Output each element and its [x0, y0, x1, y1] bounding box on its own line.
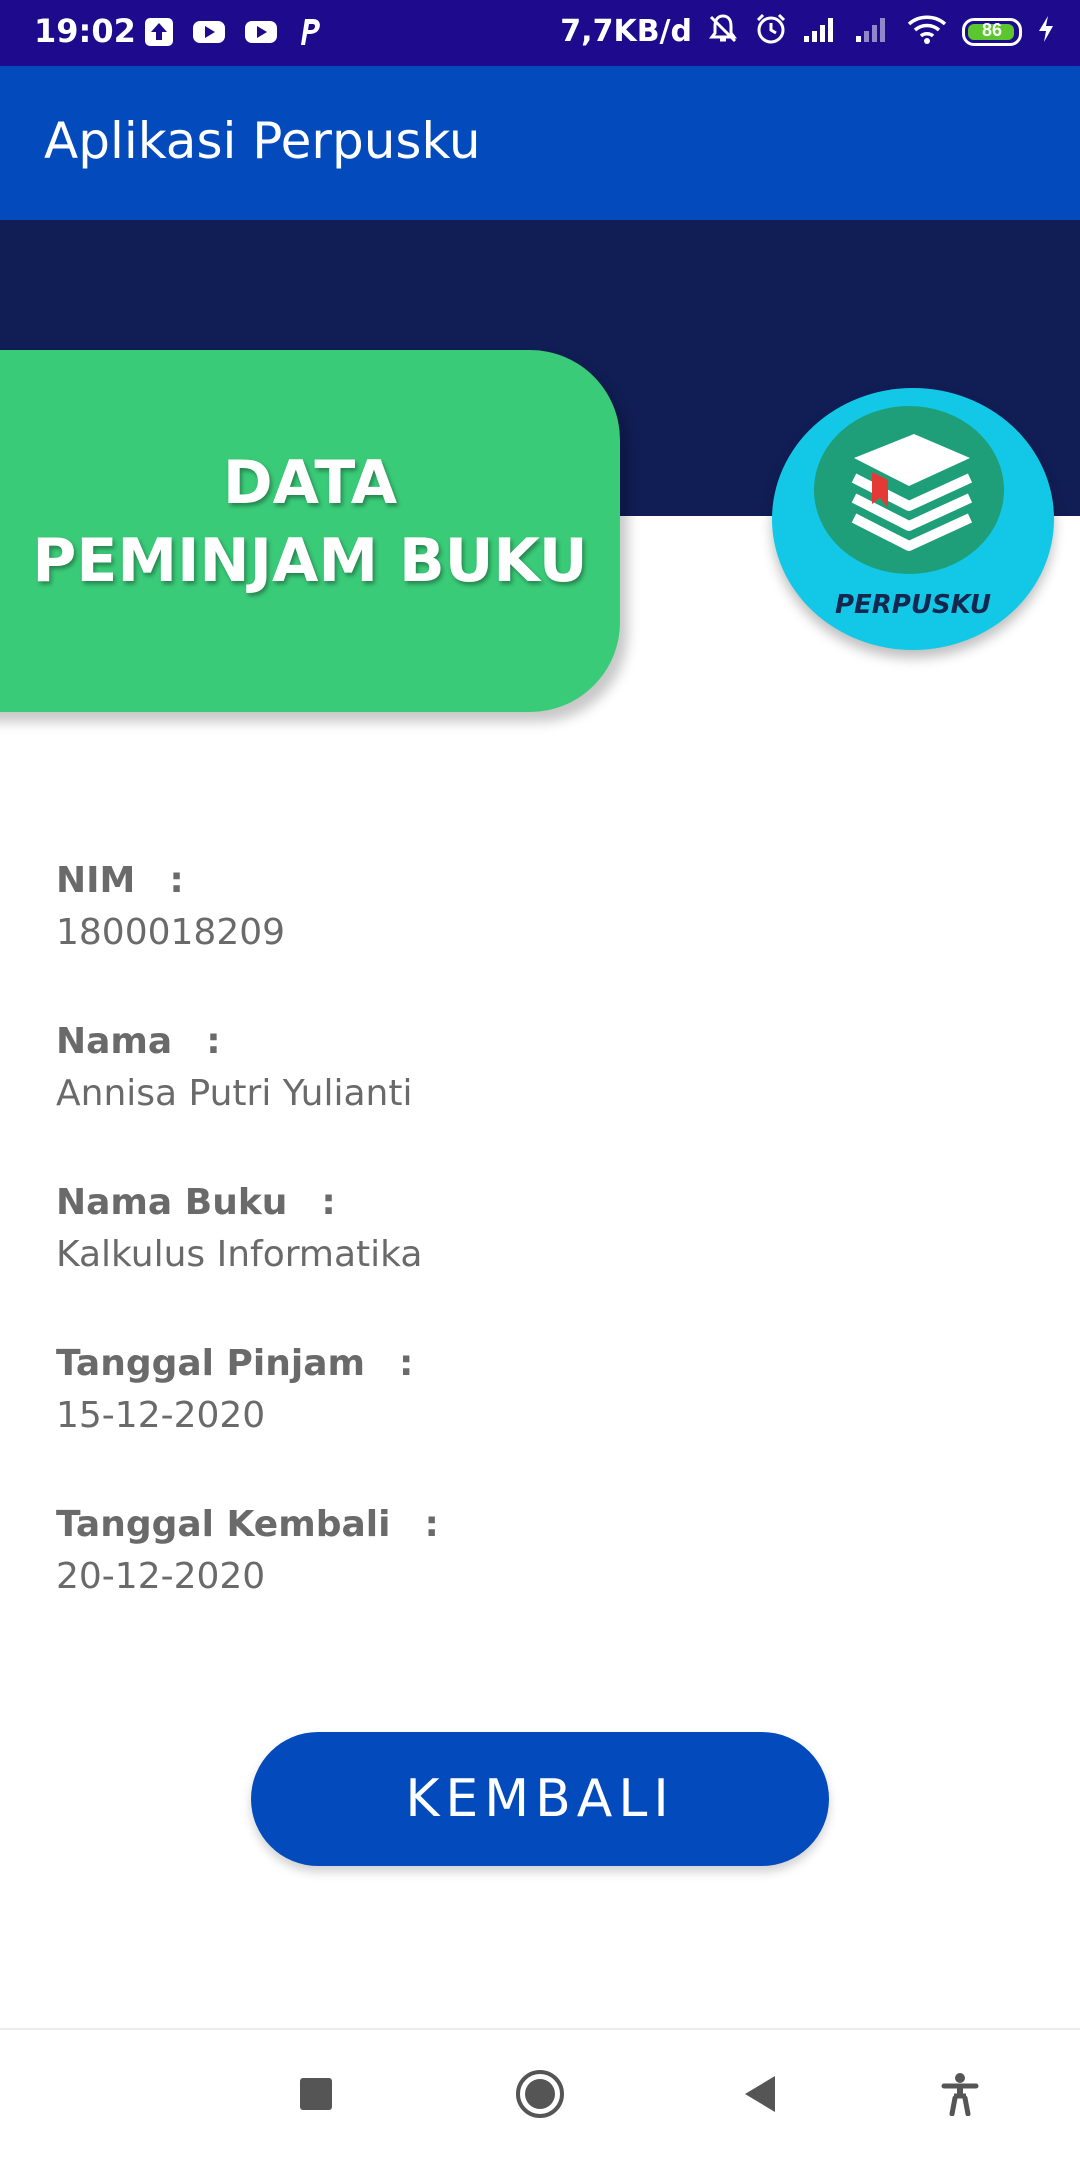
nama-buku-value: Kalkulus Informatika — [56, 1234, 423, 1275]
battery-icon: 86 — [962, 17, 1022, 46]
field-nama: Nama: Annisa Putri Yulianti — [56, 1016, 1016, 1177]
youtube-icon — [244, 18, 278, 51]
kembali-button[interactable]: KEMBALI — [251, 1732, 829, 1866]
nim-label: NIM — [56, 860, 136, 901]
header-card: DATA PEMINJAM BUKU — [0, 350, 620, 712]
mute-icon — [706, 12, 740, 51]
nim-value: 1800018209 — [56, 912, 286, 953]
logo-text: PERPUSKU — [834, 590, 992, 620]
nama-buku-label: Nama Buku — [56, 1182, 288, 1223]
notification-icons — [144, 17, 322, 52]
charging-icon — [1036, 14, 1056, 49]
recents-button[interactable] — [256, 2030, 376, 2160]
field-nim: NIM: 1800018209 — [56, 855, 1016, 1016]
logo-badge — [814, 406, 1004, 574]
tanggal-kembali-label: Tanggal Kembali — [56, 1504, 391, 1545]
app-bar: Aplikasi Perpusku — [0, 66, 1080, 220]
back-icon — [741, 2074, 779, 2119]
youtube-icon — [192, 18, 226, 51]
alarm-icon — [754, 12, 788, 51]
nim-colon: : — [169, 860, 184, 901]
home-button[interactable] — [480, 2030, 600, 2160]
books-icon — [814, 434, 1004, 578]
tanggal-kembali-colon: : — [424, 1504, 439, 1545]
app-logo: PERPUSKU — [772, 388, 1054, 650]
tanggal-kembali-value: 20-12-2020 — [56, 1556, 266, 1597]
navigation-bar — [0, 2028, 1080, 2160]
nama-label: Nama — [56, 1021, 173, 1062]
recents-icon — [298, 2076, 334, 2117]
back-button[interactable] — [700, 2030, 820, 2160]
tanggal-pinjam-label: Tanggal Pinjam — [56, 1343, 366, 1384]
nama-value: Annisa Putri Yulianti — [56, 1073, 413, 1114]
field-tanggal-kembali: Tanggal Kembali: 20-12-2020 — [56, 1499, 1016, 1660]
accessibility-icon — [941, 2072, 979, 2121]
signal-icon — [802, 14, 840, 49]
field-nama-buku: Nama Buku: Kalkulus Informatika — [56, 1177, 1016, 1338]
header-title: DATA PEMINJAM BUKU — [32, 448, 588, 596]
screen: 19:02 7,7KB/d 86 Aplikasi Perpusku DATA … — [0, 0, 1080, 2160]
network-speed: 7,7KB/d — [560, 14, 692, 49]
battery-level: 86 — [981, 19, 1003, 40]
home-icon — [514, 2068, 566, 2125]
field-tanggal-pinjam: Tanggal Pinjam: 15-12-2020 — [56, 1338, 1016, 1499]
app-title: Aplikasi Perpusku — [44, 112, 481, 170]
system-icons: 7,7KB/d 86 — [560, 12, 1056, 51]
signal-icon — [854, 14, 892, 49]
paypal-icon — [296, 17, 322, 52]
status-bar: 19:02 7,7KB/d 86 — [0, 0, 1080, 66]
nama-buku-colon: : — [321, 1182, 336, 1223]
borrower-details: NIM: 1800018209 Nama: Annisa Putri Yulia… — [56, 855, 1016, 1660]
wifi-icon — [906, 13, 948, 50]
upload-icon — [144, 17, 174, 52]
status-time: 19:02 — [34, 12, 136, 50]
accessibility-button[interactable] — [900, 2030, 1020, 2160]
tanggal-pinjam-colon: : — [399, 1343, 414, 1384]
tanggal-pinjam-value: 15-12-2020 — [56, 1395, 266, 1436]
nama-colon: : — [206, 1021, 221, 1062]
